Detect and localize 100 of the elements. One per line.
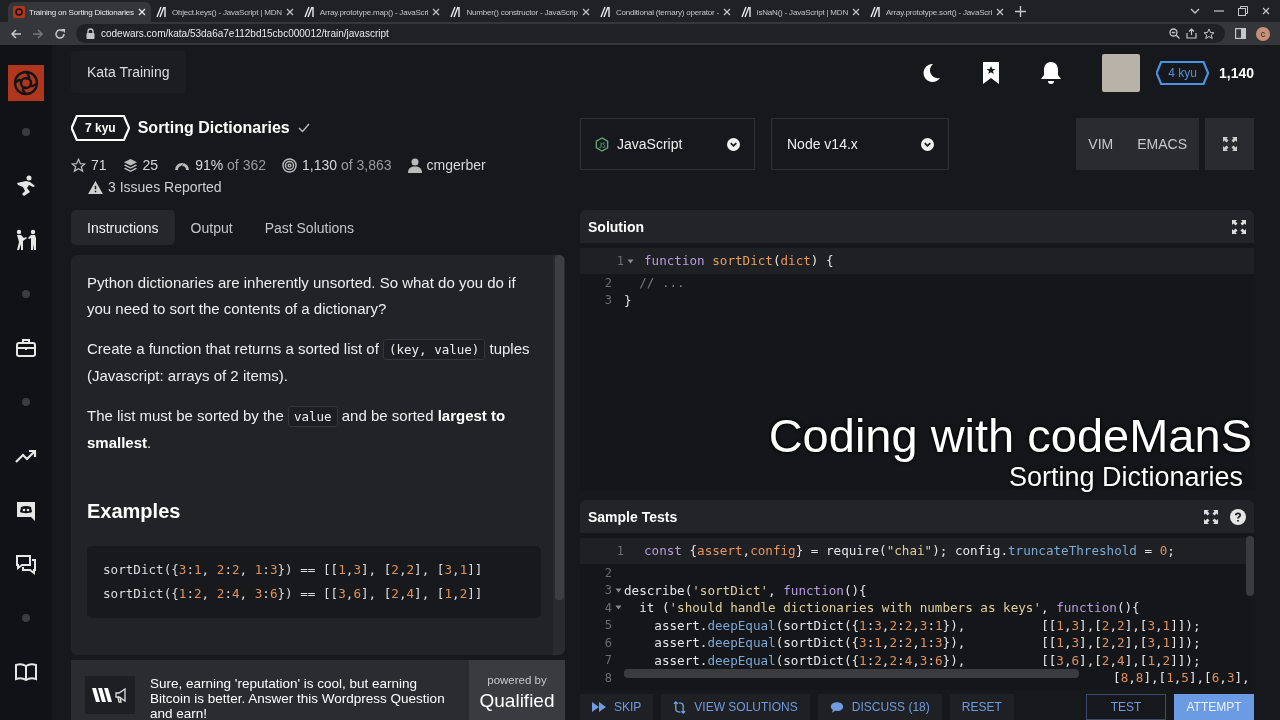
bookmark-icon[interactable]	[982, 60, 1001, 85]
profile-avatar[interactable]: c	[1256, 26, 1270, 41]
fullscreen-icon	[1222, 137, 1237, 151]
line-number: 6	[604, 635, 612, 650]
fast-forward-icon	[592, 702, 606, 712]
close-icon[interactable]	[996, 8, 1005, 16]
code-line: sortDict({1:2, 2:4, 3:6}) == [[3,6], [2,4], [1,2]]	[103, 585, 484, 603]
browser-tab[interactable]: Array.prototype.map() - JavaScri	[298, 2, 446, 22]
line-number: 5	[604, 618, 612, 633]
zoom-icon[interactable]	[1169, 28, 1180, 39]
fold-caret-icon[interactable]	[615, 604, 622, 612]
tab[interactable]: Output	[174, 210, 249, 245]
code-line: assert.deepEqual(sortDict({1:2,2:4,3:6}), [[3,6],[2,4],[1,2]]);	[653, 651, 1202, 669]
version-dropdown[interactable]: Node v14.x	[771, 118, 949, 170]
fullscreen-icon[interactable]	[1204, 509, 1218, 524]
site-logo-icon	[13, 6, 25, 18]
tab-search-icon[interactable]	[1190, 6, 1200, 16]
line-number: 4	[604, 600, 612, 615]
help-icon[interactable]	[1230, 508, 1246, 525]
browser-tab[interactable]: Object.keys() - JavaScript | MDN	[150, 2, 299, 22]
browser-tab[interactable]: Array.prototype.sort() - JavaScri	[864, 2, 1010, 22]
section-title[interactable]: Kata Training	[71, 50, 186, 93]
bell-icon[interactable]	[1040, 60, 1063, 85]
stat-value: 25	[142, 157, 159, 173]
tab[interactable]: Past Solutions	[248, 210, 371, 245]
panel-title: Solution	[588, 218, 644, 235]
reset-button[interactable]: RESET	[949, 694, 1014, 720]
fullscreen-button[interactable]	[1205, 118, 1254, 170]
language-dropdown[interactable]: JavaScript	[580, 118, 755, 170]
code-line: sortDict({3:1, 2:2, 1:3}) == [[1,3], [2,2], [3,1]]	[103, 561, 484, 579]
test-button[interactable]: TEST	[1086, 694, 1166, 720]
slashes-logo-icon	[599, 6, 612, 18]
line-number: 7	[604, 653, 612, 668]
briefcase-icon[interactable]	[15, 336, 37, 360]
back-icon[interactable]	[10, 27, 22, 40]
address-bar[interactable]: codewars.com/kata/53da6a7e112bd15cbc000012/train/javascript	[76, 24, 1225, 43]
kata-title: Sorting Dictionaries	[137, 119, 290, 137]
line-number: 3	[604, 293, 612, 308]
line-number: 1	[616, 254, 624, 268]
fold-caret-icon[interactable]	[615, 586, 622, 594]
mode-button[interactable]: VIM	[1076, 118, 1126, 170]
code-line: it ('should handle dictionaries with numbers as keys', function(){	[638, 599, 1141, 617]
browser-tab[interactable]: Number() constructor - JavaScrip	[445, 2, 595, 22]
scrollbar[interactable]	[1246, 536, 1254, 596]
fold-caret-icon[interactable]	[627, 257, 634, 265]
line-number: 8	[604, 670, 612, 685]
avatar-placeholder[interactable]	[1102, 53, 1141, 92]
brand-logo: Qualified	[479, 690, 555, 712]
target-icon	[282, 157, 297, 173]
panel-title: Sample Tests	[588, 508, 678, 525]
star-icon[interactable]	[1203, 27, 1215, 40]
site-logo[interactable]	[8, 65, 44, 101]
code-line: assert.deepEqual(sortDict({1:3,2:2,3:1}), [[1,3],[2,2],[3,1]]);	[653, 616, 1202, 634]
new-tab-icon[interactable]	[1015, 5, 1027, 17]
book-icon[interactable]	[15, 660, 37, 684]
reload-icon[interactable]	[54, 27, 66, 40]
ad-banner[interactable]: Sure, earning 'reputation' is cool, but earning Bitcoin is better. Answer this Wordpress Question and earn! powered by Qualified	[71, 660, 565, 720]
scrollbar[interactable]	[554, 255, 564, 600]
chevron-down-icon	[727, 137, 740, 151]
messages-icon[interactable]	[15, 552, 37, 576]
code-line: }	[624, 291, 633, 309]
lock-icon	[86, 28, 95, 39]
scrollbar[interactable]	[624, 669, 1079, 678]
side-panel-icon[interactable]	[1235, 28, 1246, 39]
mode-button[interactable]: EMACS	[1125, 118, 1199, 170]
close-icon[interactable]	[285, 8, 294, 16]
close-icon[interactable]	[432, 8, 441, 16]
powered-by-label: powered by	[487, 674, 547, 686]
forward-icon[interactable]	[32, 27, 44, 40]
browser-tab[interactable]: isNaN() - JavaScript | MDN	[735, 2, 865, 22]
skip-button[interactable]: SKIP	[580, 694, 654, 720]
code-line: [8,8],[1,5],[6,3],	[1113, 669, 1251, 687]
slashes-logo-icon	[303, 6, 316, 18]
issues-text[interactable]: 3 Issues Reported	[108, 179, 222, 195]
solutions-button[interactable]: VIEW SOLUTIONS	[661, 694, 810, 720]
author-link[interactable]: cmgerber	[426, 157, 486, 173]
ad-text: Sure, earning 'reputation' is cool, but earning Bitcoin is better. Answer this Wordpress Question and earn!	[150, 675, 446, 720]
honor-count: 1,140	[1218, 64, 1254, 81]
browser-tab[interactable]: Training on Sorting Dictionaries	[8, 2, 151, 22]
restore-icon[interactable]	[1238, 6, 1248, 16]
code-line: assert.deepEqual(sortDict({3:1,2:2,1:3}), [[1,3],[2,2],[3,1]]);	[653, 634, 1202, 652]
tab[interactable]: Instructions	[71, 210, 175, 245]
speech-bubble-icon	[829, 700, 844, 714]
overlay-title: Coding with codeManS	[768, 410, 1252, 462]
slashes-logo-icon	[450, 6, 463, 18]
close-icon[interactable]	[581, 8, 590, 16]
share-icon[interactable]	[1186, 28, 1197, 39]
close-icon[interactable]	[722, 8, 731, 16]
fullscreen-icon[interactable]	[1232, 219, 1246, 234]
line-number: 2	[604, 565, 612, 580]
close-icon[interactable]	[1262, 6, 1270, 16]
sparring-figures-icon[interactable]	[14, 228, 38, 252]
description-paragraph: Create a function that returns a sorted list of (key, value) tuples (Javascript: arrays of 2 items).	[87, 338, 531, 386]
code-line: describe('sortDict', function(){	[624, 581, 868, 599]
discuss-button[interactable]: DISCUSS (18)	[817, 694, 942, 720]
browser-tab[interactable]: Conditional (ternary) operator -	[594, 2, 736, 22]
slashes-logo-icon	[740, 6, 753, 18]
description-paragraph: Python dictionaries are inherently unsorted. So what do you do if you need to sort the contents of a dictionary?	[87, 273, 517, 319]
code-line: // ...	[638, 274, 686, 292]
close-icon[interactable]	[851, 8, 860, 16]
